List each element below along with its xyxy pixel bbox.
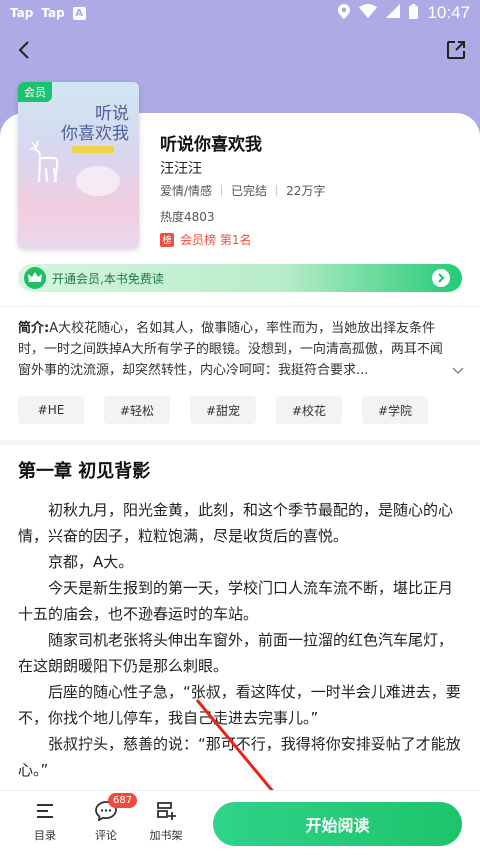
- book-cover[interactable]: 会员 听说 你喜欢我: [18, 82, 139, 248]
- section-divider: [0, 440, 480, 446]
- expand-button[interactable]: [452, 360, 464, 379]
- tag-item[interactable]: #HE: [18, 396, 84, 424]
- status-system: 10:47: [338, 3, 470, 23]
- cover-title-line2: 你喜欢我: [61, 124, 129, 144]
- wifi-icon: [359, 4, 378, 22]
- cover-decoration: [76, 166, 120, 196]
- chevron-down-icon: [452, 367, 464, 375]
- crown-icon: [24, 267, 46, 289]
- book-title: 听说你喜欢我: [160, 135, 262, 155]
- share-button[interactable]: [440, 34, 472, 66]
- meta-separator: [276, 185, 278, 196]
- taptap-icon: Tap: [41, 6, 65, 20]
- tag-item[interactable]: #甜宠: [190, 396, 256, 424]
- divider: [0, 306, 480, 307]
- share-icon: [447, 41, 465, 59]
- cover-title-line1: 听说: [95, 104, 129, 124]
- chapter-preview[interactable]: 初秋九月，阳光金黄，此刻，和这个季节最配的，是随心的心情，兴奋的因子，粒粒饱满，…: [18, 497, 462, 783]
- chapter-paragraph: 初秋九月，阳光金黄，此刻，和这个季节最配的，是随心的心情，兴奋的因子，粒粒饱满，…: [18, 501, 454, 545]
- vip-promo-bar[interactable]: 开通会员,本书免费读: [18, 264, 462, 292]
- chapter-paragraph: 今天是新生报到的第一天，学校门口人流车流不断，堪比正月十五的庙会，也不逊春运时的…: [18, 579, 454, 623]
- cover-title: 听说 你喜欢我: [61, 104, 129, 144]
- catalog-label: 目录: [34, 829, 56, 842]
- status-bar: Tap Tap A 10:47: [0, 0, 480, 26]
- start-reading-button[interactable]: 开始阅读: [213, 802, 462, 846]
- tag-item[interactable]: #学院: [362, 396, 428, 424]
- book-author[interactable]: 汪汪汪: [160, 158, 202, 178]
- bookshelf-label: 加书架: [149, 829, 183, 842]
- intro-text: A大校花随心，名如其人，做事随心，率性而为，当她放出择友条件时，一时之间跌掉A大…: [18, 321, 443, 378]
- cover-subtitle-bar: [72, 146, 114, 153]
- chapter-paragraph: 后座的随心性子急，“张叔，看这阵仗，一时半会儿难进去，要不，你找个地儿停车，我自…: [18, 683, 461, 727]
- taptap-icon: Tap: [10, 6, 34, 20]
- rank-icon: 榜: [160, 232, 174, 247]
- clock: 10:47: [427, 3, 470, 22]
- status-notifications: Tap Tap A: [10, 6, 86, 20]
- tag-list: #HE #轻松 #甜宠 #校花 #学院: [18, 396, 428, 424]
- meta-separator: [221, 185, 223, 196]
- comment-button[interactable]: 687 评论: [82, 793, 138, 843]
- rank-text: 会员榜 第1名: [180, 233, 252, 247]
- catalog-button[interactable]: 目录: [21, 799, 69, 843]
- vip-promo-text: 开通会员,本书免费读: [52, 271, 164, 286]
- book-intro[interactable]: 简介:A大校花随心，名如其人，做事随心，率性而为，当她放出择友条件时，一时之间跌…: [18, 318, 454, 381]
- chapter-title: 第一章 初见背影: [18, 461, 151, 482]
- top-nav: [0, 30, 480, 70]
- chapter-paragraph: 随家司机老张将头伸出车窗外，前面一拉溜的红色汽车尾灯，在这朗朗暖阳下仍是那么刺眼…: [18, 631, 454, 675]
- comment-label: 评论: [95, 829, 117, 842]
- book-heat: 热度4803: [160, 210, 215, 224]
- signal-icon: [386, 4, 401, 22]
- location-icon: [338, 3, 351, 23]
- tag-item[interactable]: #轻松: [104, 396, 170, 424]
- battery-icon: [409, 3, 419, 23]
- comment-count-badge: 687: [108, 793, 138, 808]
- intro-label: 简介:: [18, 321, 50, 336]
- vip-badge: 会员: [18, 82, 52, 102]
- chevron-right-icon: [432, 269, 450, 287]
- book-status: 已完结: [231, 184, 268, 198]
- book-category: 爱情/情感: [160, 184, 213, 198]
- app-a-icon: A: [72, 6, 86, 20]
- chapter-paragraph: 京都，A大。: [48, 553, 134, 571]
- menu-list-icon: [21, 799, 69, 823]
- add-bookshelf-button[interactable]: 加书架: [142, 799, 190, 843]
- rank-badge[interactable]: 榜 会员榜 第1名: [160, 231, 251, 248]
- deer-illustration-icon: [29, 140, 59, 183]
- tag-item[interactable]: #校花: [276, 396, 342, 424]
- add-bookshelf-icon: [142, 799, 190, 823]
- back-button[interactable]: [8, 34, 40, 66]
- book-meta: 爱情/情感 已完结 22万字: [160, 182, 325, 199]
- chapter-paragraph: 张叔拧头，慈善的说：“那可不行，我得将你安排妥帖了才能放心。”: [18, 735, 461, 779]
- book-word-count: 22万字: [286, 184, 326, 198]
- chevron-left-icon: [18, 41, 29, 59]
